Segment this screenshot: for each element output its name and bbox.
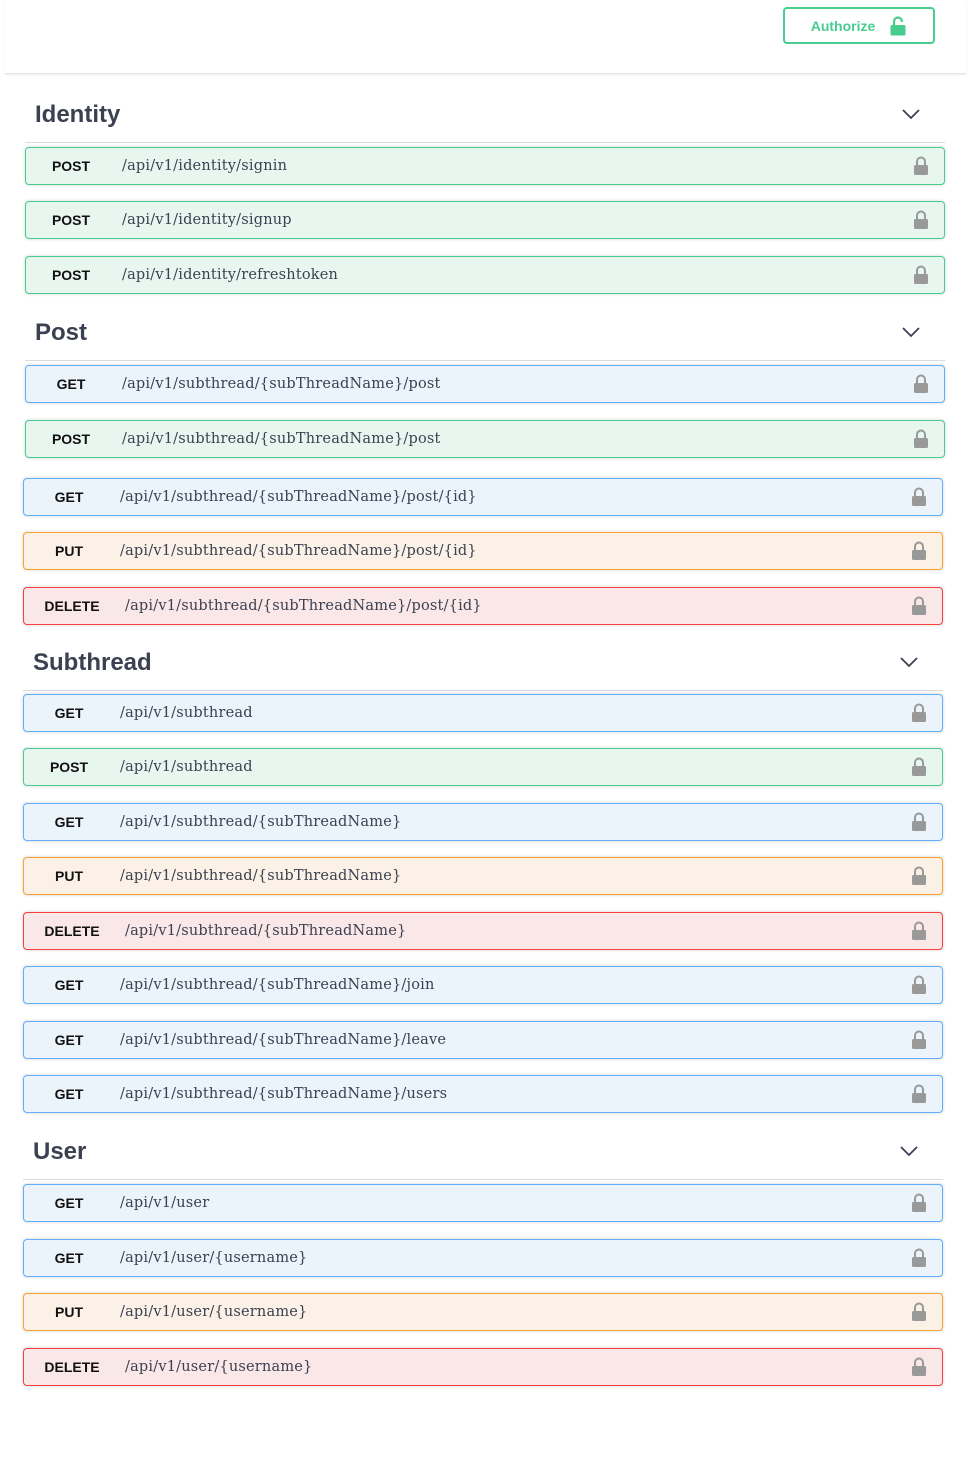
section-title: User bbox=[33, 1138, 87, 1165]
authorize-button[interactable]: Authorize bbox=[783, 7, 935, 44]
authorize-label: Authorize bbox=[810, 17, 876, 34]
operation-delete[interactable]: DELETE/api/v1/subthread/{subThreadName}/… bbox=[23, 587, 943, 625]
operation-post[interactable]: POST/api/v1/identity/signin bbox=[25, 147, 945, 185]
method-badge: PUT bbox=[55, 543, 83, 559]
chevron-down-icon[interactable] bbox=[901, 322, 921, 342]
lock-icon[interactable] bbox=[913, 156, 929, 176]
operation-post[interactable]: POST/api/v1/identity/signup bbox=[25, 201, 945, 239]
operation-post[interactable]: POST/api/v1/subthread/{subThreadName}/po… bbox=[25, 420, 945, 458]
operation-path: /api/v1/identity/signup bbox=[122, 212, 292, 228]
method-badge: DELETE bbox=[44, 598, 100, 614]
operation-get[interactable]: GET/api/v1/subthread/{subThreadName}/pos… bbox=[23, 478, 943, 516]
lock-icon[interactable] bbox=[913, 265, 929, 285]
operation-get[interactable]: GET/api/v1/subthread/{subThreadName}/pos… bbox=[25, 365, 945, 403]
operation-get[interactable]: GET/api/v1/user/{username} bbox=[23, 1239, 943, 1277]
method-badge: POST bbox=[51, 431, 91, 447]
lock-icon[interactable] bbox=[911, 757, 927, 777]
operation-post[interactable]: POST/api/v1/subthread bbox=[23, 748, 943, 786]
method-badge: GET bbox=[54, 1195, 84, 1211]
operation-path: /api/v1/subthread/{subThreadName} bbox=[120, 814, 402, 830]
lock-icon[interactable] bbox=[911, 703, 927, 723]
lock-icon[interactable] bbox=[911, 1357, 927, 1377]
method-badge: GET bbox=[54, 1250, 84, 1266]
operation-delete[interactable]: DELETE/api/v1/user/{username} bbox=[23, 1348, 943, 1386]
lock-icon[interactable] bbox=[911, 866, 927, 886]
operation-path: /api/v1/subthread bbox=[120, 759, 253, 775]
method-badge: DELETE bbox=[44, 923, 100, 939]
operation-get[interactable]: GET/api/v1/subthread/{subThreadName}/use… bbox=[23, 1075, 943, 1113]
method-badge: POST bbox=[51, 212, 91, 228]
operation-get[interactable]: GET/api/v1/subthread/{subThreadName}/lea… bbox=[23, 1021, 943, 1059]
chevron-down-icon[interactable] bbox=[901, 104, 921, 124]
operation-get[interactable]: GET/api/v1/user bbox=[23, 1184, 943, 1222]
method-badge: DELETE bbox=[44, 1359, 100, 1375]
method-badge: PUT bbox=[55, 1304, 83, 1320]
lock-icon[interactable] bbox=[911, 1030, 927, 1050]
section-header-user[interactable]: User bbox=[23, 1127, 943, 1180]
method-badge: GET bbox=[54, 1032, 84, 1048]
lock-icon[interactable] bbox=[911, 921, 927, 941]
operation-put[interactable]: PUT/api/v1/subthread/{subThreadName} bbox=[23, 857, 943, 895]
lock-icon[interactable] bbox=[911, 541, 927, 561]
operation-path: /api/v1/subthread/{subThreadName}/join bbox=[120, 977, 435, 993]
lock-icon[interactable] bbox=[911, 1084, 927, 1104]
lock-icon[interactable] bbox=[911, 1248, 927, 1268]
method-badge: POST bbox=[51, 158, 91, 174]
topbar: Authorize bbox=[5, 0, 966, 74]
section-header-subthread[interactable]: Subthread bbox=[23, 638, 943, 691]
operation-path: /api/v1/subthread/{subThreadName}/leave bbox=[120, 1032, 447, 1048]
operation-path: /api/v1/subthread/{subThreadName} bbox=[125, 923, 407, 939]
operation-delete[interactable]: DELETE/api/v1/subthread/{subThreadName} bbox=[23, 912, 943, 950]
operation-path: /api/v1/user/{username} bbox=[125, 1359, 313, 1375]
operation-path: /api/v1/subthread/{subThreadName}/post/{… bbox=[120, 543, 477, 559]
section-header-identity[interactable]: Identity bbox=[25, 90, 945, 143]
section-title: Subthread bbox=[33, 649, 152, 676]
lock-icon[interactable] bbox=[911, 596, 927, 616]
operation-path: /api/v1/identity/refreshtoken bbox=[122, 267, 339, 283]
chevron-down-icon[interactable] bbox=[899, 652, 919, 672]
method-badge: GET bbox=[56, 376, 86, 392]
section-title: Post bbox=[35, 319, 88, 346]
operation-path: /api/v1/subthread/{subThreadName}/post/{… bbox=[120, 489, 477, 505]
operation-post[interactable]: POST/api/v1/identity/refreshtoken bbox=[25, 256, 945, 294]
operation-path: /api/v1/subthread/{subThreadName}/users bbox=[120, 1086, 448, 1102]
chevron-down-icon[interactable] bbox=[899, 1141, 919, 1161]
operation-get[interactable]: GET/api/v1/subthread/{subThreadName} bbox=[23, 803, 943, 841]
operation-path: /api/v1/identity/signin bbox=[122, 158, 288, 174]
lock-icon[interactable] bbox=[913, 210, 929, 230]
method-badge: GET bbox=[54, 489, 84, 505]
operation-path: /api/v1/subthread bbox=[120, 705, 253, 721]
operation-put[interactable]: PUT/api/v1/user/{username} bbox=[23, 1293, 943, 1331]
operation-put[interactable]: PUT/api/v1/subthread/{subThreadName}/pos… bbox=[23, 532, 943, 570]
operation-path: /api/v1/subthread/{subThreadName} bbox=[120, 868, 402, 884]
method-badge: PUT bbox=[55, 868, 83, 884]
method-badge: POST bbox=[49, 759, 89, 775]
method-badge: GET bbox=[54, 977, 84, 993]
lock-icon[interactable] bbox=[911, 1193, 927, 1213]
operation-path: /api/v1/subthread/{subThreadName}/post/{… bbox=[125, 598, 482, 614]
operation-get[interactable]: GET/api/v1/subthread bbox=[23, 694, 943, 732]
operation-path: /api/v1/user/{username} bbox=[120, 1304, 308, 1320]
operation-get[interactable]: GET/api/v1/subthread/{subThreadName}/joi… bbox=[23, 966, 943, 1004]
section-title: Identity bbox=[35, 101, 121, 128]
lock-icon[interactable] bbox=[913, 429, 929, 449]
method-badge: POST bbox=[51, 267, 91, 283]
method-badge: GET bbox=[54, 814, 84, 830]
lock-icon[interactable] bbox=[911, 975, 927, 995]
lock-icon[interactable] bbox=[913, 374, 929, 394]
operation-path: /api/v1/subthread/{subThreadName}/post bbox=[122, 431, 441, 447]
operation-path: /api/v1/user bbox=[120, 1195, 210, 1211]
lock-icon[interactable] bbox=[911, 1302, 927, 1322]
method-badge: GET bbox=[54, 705, 84, 721]
method-badge: GET bbox=[54, 1086, 84, 1102]
section-header-post[interactable]: Post bbox=[25, 308, 945, 361]
unlocked-padlock-icon bbox=[890, 15, 906, 35]
operation-path: /api/v1/subthread/{subThreadName}/post bbox=[122, 376, 441, 392]
lock-icon[interactable] bbox=[911, 487, 927, 507]
lock-icon[interactable] bbox=[911, 812, 927, 832]
operation-path: /api/v1/user/{username} bbox=[120, 1250, 308, 1266]
